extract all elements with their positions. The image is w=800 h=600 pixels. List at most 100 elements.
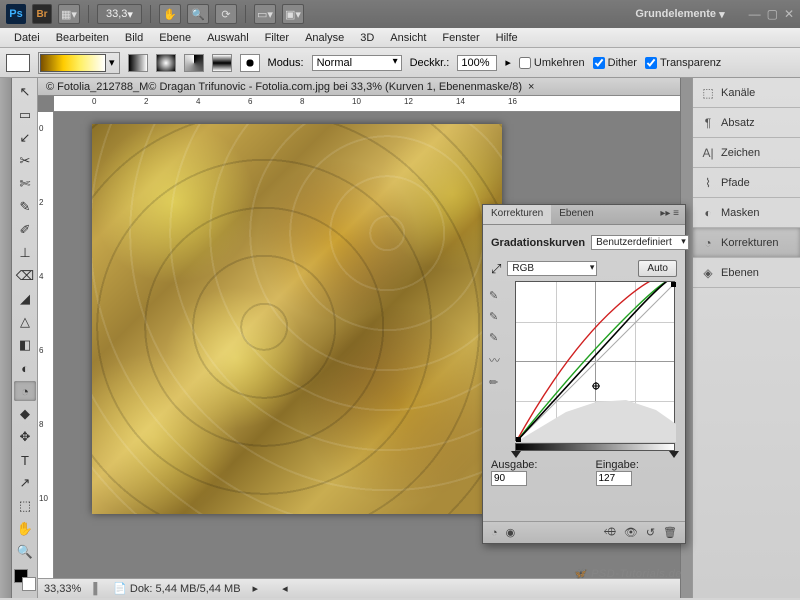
- reflected-gradient-icon[interactable]: [212, 54, 232, 72]
- tab-korrekturen[interactable]: Korrekturen: [483, 205, 551, 224]
- tool-19[interactable]: ✋: [14, 519, 36, 539]
- view-previous-icon[interactable]: ◉: [506, 526, 516, 539]
- reverse-checkbox[interactable]: Umkehren: [519, 57, 585, 69]
- tab-ebenen[interactable]: Ebenen: [551, 205, 601, 224]
- photoshop-icon[interactable]: Ps: [6, 4, 26, 24]
- diamond-gradient-icon[interactable]: [240, 54, 260, 72]
- tool-9[interactable]: ◢: [14, 289, 36, 309]
- panel-absatz[interactable]: ¶Absatz: [693, 108, 800, 138]
- tool-8[interactable]: ⌫: [14, 266, 36, 286]
- clip-layer-icon[interactable]: ⬲: [604, 526, 616, 539]
- radial-gradient-icon[interactable]: [156, 54, 176, 72]
- close-icon[interactable]: ✕: [784, 7, 794, 21]
- menu-bild[interactable]: Bild: [117, 32, 151, 44]
- menu-bearbeiten[interactable]: Bearbeiten: [48, 32, 117, 44]
- gradient-preview: [40, 54, 106, 72]
- curve-smooth-icon[interactable]: 〰: [489, 352, 500, 368]
- curves-graph[interactable]: [515, 281, 675, 441]
- eyedropper-gray-icon[interactable]: ✎: [489, 310, 500, 323]
- channel-select[interactable]: RGB: [507, 261, 597, 276]
- status-zoom[interactable]: 33,33%: [44, 583, 81, 595]
- menu-hilfe[interactable]: Hilfe: [488, 32, 526, 44]
- reset-icon[interactable]: ↺: [646, 526, 655, 539]
- document-tab[interactable]: © Fotolia_212788_M© Dragan Trifunovic - …: [38, 78, 680, 96]
- panel-korrekturen[interactable]: ◔Korrekturen: [693, 228, 800, 258]
- menu-auswahl[interactable]: Auswahl: [199, 32, 257, 44]
- bg-color[interactable]: [22, 577, 36, 591]
- ausgabe-input[interactable]: [491, 471, 527, 486]
- modus-label: Modus:: [268, 57, 304, 69]
- zoom-level[interactable]: 33,3 ▾: [97, 4, 142, 24]
- left-strip: [0, 78, 12, 598]
- menu-datei[interactable]: Datei: [6, 32, 48, 44]
- tab-close-icon[interactable]: ×: [528, 81, 534, 93]
- rotate-view-icon[interactable]: ⟳: [215, 4, 237, 24]
- gradient-picker[interactable]: ▾: [38, 52, 120, 74]
- status-bar: 33,33% ▌ 📄 Dok: 5,44 MB/5,44 MB ▸ ◂: [38, 578, 680, 598]
- tool-18[interactable]: ⬚: [14, 496, 36, 516]
- canvas-image[interactable]: [92, 124, 502, 514]
- panel-ebenen[interactable]: ◈Ebenen: [693, 258, 800, 288]
- panel-collapse-icon[interactable]: ▸▸ ≡: [654, 205, 685, 224]
- toggle-visibility-icon[interactable]: 👁: [624, 526, 638, 539]
- tool-3[interactable]: ✂: [14, 151, 36, 171]
- opacity-input[interactable]: 100%: [457, 55, 497, 71]
- tool-6[interactable]: ✐: [14, 220, 36, 240]
- tool-16[interactable]: T: [14, 450, 36, 470]
- menu-ansicht[interactable]: Ansicht: [382, 32, 434, 44]
- panel-icon: ¶: [701, 116, 715, 130]
- menu-filter[interactable]: Filter: [257, 32, 297, 44]
- tool-12[interactable]: ◐: [14, 358, 36, 378]
- curves-input-slider[interactable]: [515, 443, 675, 451]
- tool-2[interactable]: ↙: [14, 128, 36, 148]
- arrange-docs-icon[interactable]: ▭▾: [254, 4, 276, 24]
- tool-14[interactable]: ◆: [14, 404, 36, 424]
- menu-ebene[interactable]: Ebene: [151, 32, 199, 44]
- finger-tool-icon[interactable]: ⤢: [491, 261, 501, 277]
- foreground-swatch[interactable]: [6, 54, 30, 72]
- options-bar: ▾ Modus: Normal Deckkr.: 100%▸ Umkehren …: [0, 48, 800, 78]
- app-titlebar: Ps Br ▦▾ 33,3 ▾ ✋ 🔍 ⟳ ▭▾ ▣▾ Grundelement…: [0, 0, 800, 28]
- linear-gradient-icon[interactable]: [128, 54, 148, 72]
- tool-15[interactable]: ✥: [14, 427, 36, 447]
- bridge-icon[interactable]: Br: [32, 4, 52, 24]
- angle-gradient-icon[interactable]: [184, 54, 204, 72]
- tool-5[interactable]: ✎: [14, 197, 36, 217]
- hand-tool-icon[interactable]: ✋: [159, 4, 181, 24]
- panel-icon: ◔: [701, 236, 715, 250]
- blend-mode-select[interactable]: Normal: [312, 55, 402, 71]
- workspace-switcher[interactable]: Grundelemente ▾: [625, 4, 734, 24]
- tool-7[interactable]: ⊥: [14, 243, 36, 263]
- eyedropper-black-icon[interactable]: ✎: [489, 289, 500, 302]
- adjustment-layer-icon[interactable]: ◔: [491, 527, 498, 539]
- panel-masken[interactable]: ◐Masken: [693, 198, 800, 228]
- curves-preset-select[interactable]: Benutzerdefiniert: [591, 235, 689, 250]
- tool-0[interactable]: ↖: [14, 82, 36, 102]
- menu-3d[interactable]: 3D: [352, 32, 382, 44]
- menu-analyse[interactable]: Analyse: [297, 32, 352, 44]
- panel-kanäle[interactable]: ⬚Kanäle: [693, 78, 800, 108]
- eyedropper-white-icon[interactable]: ✎: [489, 331, 500, 344]
- tool-20[interactable]: 🔍: [14, 542, 36, 562]
- zoom-tool-icon[interactable]: 🔍: [187, 4, 209, 24]
- screen-mode-icon[interactable]: ▣▾: [282, 4, 304, 24]
- delete-icon[interactable]: 🗑: [663, 526, 677, 539]
- tool-4[interactable]: ✄: [14, 174, 36, 194]
- tool-17[interactable]: ↗: [14, 473, 36, 493]
- eingabe-input[interactable]: [596, 471, 632, 486]
- minimize-icon[interactable]: —: [749, 7, 761, 21]
- menu-fenster[interactable]: Fenster: [434, 32, 487, 44]
- maximize-icon[interactable]: ▢: [767, 7, 778, 21]
- tool-10[interactable]: △: [14, 312, 36, 332]
- tool-13[interactable]: ◔: [14, 381, 36, 401]
- right-panels: ⬚Kanäle¶AbsatzA|Zeichen⌇Pfade◐Masken◔Kor…: [692, 78, 800, 598]
- layout-dropdown-icon[interactable]: ▦▾: [58, 4, 80, 24]
- panel-pfade[interactable]: ⌇Pfade: [693, 168, 800, 198]
- curve-pencil-icon[interactable]: ✏: [489, 376, 500, 389]
- auto-button[interactable]: Auto: [638, 260, 677, 277]
- panel-zeichen[interactable]: A|Zeichen: [693, 138, 800, 168]
- tool-11[interactable]: ◧: [14, 335, 36, 355]
- dither-checkbox[interactable]: Dither: [593, 57, 637, 69]
- transparency-checkbox[interactable]: Transparenz: [645, 57, 721, 69]
- tool-1[interactable]: ▭: [14, 105, 36, 125]
